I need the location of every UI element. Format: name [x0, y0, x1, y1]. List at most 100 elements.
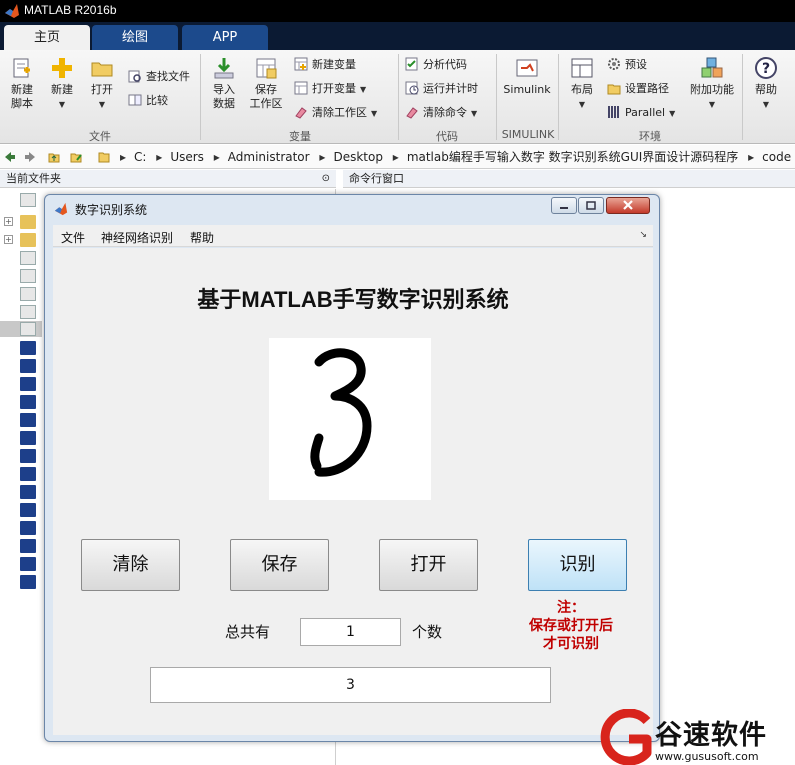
open-variable-button[interactable]: 打开变量 ▼ — [294, 80, 366, 98]
count-label-prefix: 总共有 — [225, 623, 271, 641]
compare-icon — [128, 93, 142, 107]
new-script-button[interactable]: 新建 脚本 — [0, 56, 44, 111]
bmp-file-icon[interactable] — [20, 575, 36, 589]
command-window-header: 命令行窗口 — [343, 170, 795, 188]
chevron-down-icon: ▼ — [371, 109, 378, 118]
import-data-icon — [212, 56, 236, 80]
layout-button[interactable]: 布局 ▼ — [560, 56, 604, 112]
app-title: MATLAB R2016b — [24, 3, 117, 17]
handwriting-canvas[interactable] — [269, 338, 431, 500]
addons-button[interactable]: 附加功能 ▼ — [686, 56, 738, 112]
new-button[interactable]: 新建 ▼ — [40, 56, 84, 112]
breadcrumb-item[interactable]: Desktop — [333, 150, 383, 164]
breadcrumb-item[interactable]: matlab编程手写输入数字 数字识别系统GUI界面设计源码程序 — [407, 150, 739, 164]
browse-folder-icon[interactable] — [70, 151, 82, 163]
breadcrumb-item[interactable]: C: — [134, 150, 146, 164]
clear-button[interactable]: 清除 — [81, 539, 180, 591]
new-variable-button[interactable]: 新建变量 — [294, 56, 356, 74]
parallel-button[interactable]: Parallel ▼ — [607, 104, 675, 122]
preferences-label: 预设 — [625, 58, 647, 71]
folder-icon[interactable] — [20, 215, 36, 229]
bmp-file-icon[interactable] — [20, 431, 36, 445]
page-title: 基于MATLAB手写数字识别系统 — [197, 287, 509, 312]
expand-icon[interactable]: + — [4, 235, 13, 244]
note-text: 注： 保存或打开后 才可识别 — [523, 599, 619, 653]
save-button[interactable]: 保存 — [230, 539, 329, 591]
analyze-code-button[interactable]: 分析代码 — [405, 56, 467, 74]
menu-help[interactable]: 帮助 — [190, 229, 214, 246]
back-arrow-icon[interactable] — [4, 151, 16, 163]
tab-plots[interactable]: 绘图 — [92, 25, 178, 50]
folder-icon[interactable] — [20, 233, 36, 247]
result-field[interactable]: 3 — [150, 667, 551, 703]
address-bar: ▸ C: ▸ Users ▸ Administrator ▸ Desktop ▸ matl… — [0, 145, 795, 169]
bmp-file-icon[interactable] — [20, 341, 36, 355]
m-file-icon[interactable] — [20, 322, 36, 336]
bmp-file-icon[interactable] — [20, 449, 36, 463]
plus-icon — [50, 56, 74, 80]
recognize-button[interactable]: 识别 — [528, 539, 627, 591]
ribbon-divider — [200, 54, 201, 140]
bmp-file-icon[interactable] — [20, 521, 36, 535]
ribbon-divider — [398, 54, 399, 140]
file-icon[interactable] — [20, 193, 36, 207]
tab-apps[interactable]: APP — [182, 25, 268, 50]
run-and-time-label: 运行并计时 — [423, 82, 478, 95]
clear-workspace-button[interactable]: 清除工作区 ▼ — [294, 104, 377, 122]
compare-button[interactable]: 比较 — [128, 92, 168, 110]
breadcrumb-item[interactable]: Administrator — [228, 150, 310, 164]
set-path-button[interactable]: 设置路径 — [607, 80, 669, 98]
count-field[interactable]: 1 — [300, 618, 401, 646]
clear-commands-button[interactable]: 清除命令 ▼ — [405, 104, 477, 122]
folder-icon — [98, 152, 110, 163]
digit-recognition-window: 数字识别系统 文件 神经网络识别 帮助 ↘ 基于MATLAB手写数字识别系统 清… — [44, 194, 660, 742]
minimize-button[interactable] — [551, 197, 577, 214]
menu-neural-network[interactable]: 神经网络识别 — [101, 229, 173, 246]
panel-menu-chevron-icon[interactable]: ⊙ — [322, 170, 330, 188]
help-button[interactable]: ? 帮助 ▼ — [744, 56, 788, 112]
watermark-logo-icon — [600, 709, 652, 765]
layout-icon — [570, 56, 594, 80]
help-question-icon: ? — [754, 56, 778, 80]
m-file-icon[interactable] — [20, 305, 36, 319]
find-files-button[interactable]: 查找文件 — [128, 68, 190, 86]
bmp-file-icon[interactable] — [20, 359, 36, 373]
maximize-icon — [586, 201, 596, 210]
breadcrumb: ▸ C: ▸ Users ▸ Administrator ▸ Desktop ▸ matl… — [120, 150, 792, 164]
save-workspace-button[interactable]: 保存 工作区 — [244, 56, 288, 111]
maximize-button[interactable] — [578, 197, 604, 214]
simulink-button[interactable]: Simulink — [502, 56, 552, 97]
open-button[interactable]: 打开 ▼ — [80, 56, 124, 112]
menu-file[interactable]: 文件 — [61, 229, 85, 246]
bmp-file-icon[interactable] — [20, 485, 36, 499]
bmp-file-icon[interactable] — [20, 377, 36, 391]
breadcrumb-item[interactable]: code — [762, 150, 791, 164]
bmp-file-icon[interactable] — [20, 503, 36, 517]
chevron-down-icon: ▼ — [578, 100, 586, 109]
run-and-time-button[interactable]: 运行并计时 — [405, 80, 478, 98]
run-and-time-icon — [405, 81, 419, 95]
preferences-button[interactable]: 预设 — [607, 56, 647, 74]
note-line-3: 才可识别 — [543, 636, 599, 652]
open-button[interactable]: 打开 — [379, 539, 478, 591]
group-label-environment: 环境 — [639, 130, 661, 143]
save-workspace-label: 保存 工作区 — [249, 83, 283, 110]
expand-icon[interactable]: + — [4, 217, 13, 226]
import-data-button[interactable]: 导入 数据 — [202, 56, 246, 111]
bmp-file-icon[interactable] — [20, 539, 36, 553]
bmp-file-icon[interactable] — [20, 413, 36, 427]
bmp-file-icon[interactable] — [20, 467, 36, 481]
fig-file-icon[interactable] — [20, 269, 36, 283]
bmp-file-icon[interactable] — [20, 395, 36, 409]
tab-home[interactable]: 主页 — [4, 25, 90, 50]
breadcrumb-item[interactable]: Users — [170, 150, 204, 164]
layout-label: 布局 — [571, 83, 593, 96]
forward-arrow-icon[interactable] — [24, 151, 36, 163]
set-path-label: 设置路径 — [625, 82, 669, 95]
up-folder-icon[interactable] — [48, 151, 60, 163]
dock-arrow-icon[interactable]: ↘ — [639, 230, 647, 240]
fig-file-icon[interactable] — [20, 251, 36, 265]
close-button[interactable] — [606, 197, 650, 214]
bmp-file-icon[interactable] — [20, 557, 36, 571]
m-file-icon[interactable] — [20, 287, 36, 301]
